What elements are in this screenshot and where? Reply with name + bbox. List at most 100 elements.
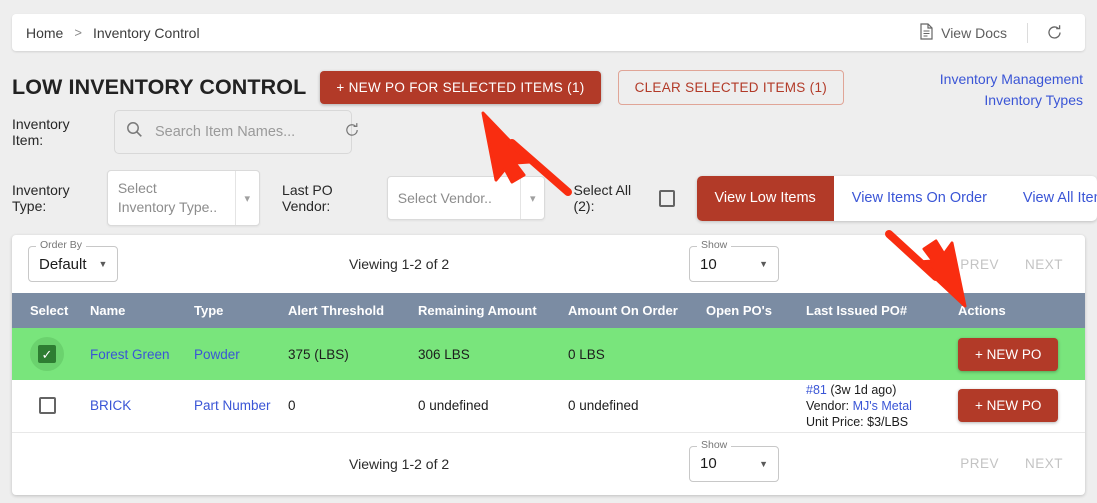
page-title: LOW INVENTORY CONTROL (12, 75, 307, 99)
chevron-down-icon[interactable]: ▾ (234, 171, 260, 225)
table-row[interactable]: BRICK Part Number 0 0 undefined 0 undefi… (12, 380, 1085, 432)
vendor-line: Vendor: MJ's Metal (806, 398, 958, 414)
cell-name[interactable]: Forest Green (90, 328, 194, 380)
show-per-page-select-bottom[interactable]: Show 10 ▼ (689, 438, 779, 482)
last-po-age: (3w 1d ago) (830, 382, 897, 397)
show-legend: Show (697, 239, 732, 251)
cell-open-pos (706, 328, 806, 380)
inventory-type-label: Inventory Type: (12, 182, 70, 214)
select-all-checkbox[interactable] (658, 189, 675, 207)
column-name: Name (90, 293, 194, 328)
viewing-count-bottom: Viewing 1-2 of 2 (349, 455, 450, 472)
next-button-bottom[interactable]: NEXT (1025, 456, 1063, 471)
row-checkbox-unchecked[interactable] (30, 389, 64, 423)
chevron-down-icon[interactable]: ▼ (759, 259, 768, 269)
table-header-row: Select Name Type Alert Threshold Remaini… (12, 293, 1085, 328)
cell-actions[interactable]: + NEW PO (958, 380, 1085, 432)
search-refresh-icon[interactable] (344, 122, 360, 143)
cell-select[interactable]: ✓ (12, 328, 90, 380)
cell-type[interactable]: Part Number (194, 380, 288, 432)
show-value: 10 (700, 455, 717, 472)
view-docs-button[interactable]: View Docs (909, 19, 1017, 47)
order-by-legend: Order By (36, 239, 87, 251)
refresh-button[interactable] (1038, 20, 1071, 45)
unit-price-line: Unit Price: $3/LBS (806, 414, 909, 429)
last-po-line: #81 (3w 1d ago) (806, 382, 958, 398)
cell-actions[interactable]: + NEW PO (958, 328, 1085, 380)
prev-button-bottom[interactable]: PREV (960, 456, 999, 471)
table-head: Select Name Type Alert Threshold Remaini… (12, 293, 1085, 328)
new-po-button[interactable]: + NEW PO (958, 337, 1059, 371)
table-row[interactable]: ✓ Forest Green Powder 375 (LBS) 306 LBS … (12, 328, 1085, 380)
header-links: Inventory Management Inventory Types (940, 69, 1083, 111)
cell-alert-threshold: 0 (288, 398, 296, 414)
search-input[interactable] (153, 123, 344, 141)
viewing-count-top: Viewing 1-2 of 2 (349, 256, 450, 272)
tab-view-low-items[interactable]: View Low Items (696, 175, 834, 221)
filters-section: Inventory Item: Inventory Type: Select I… (0, 110, 1097, 226)
cell-last-issued-po: #81 (3w 1d ago) Vendor: MJ's Metal Unit … (806, 380, 958, 432)
order-by-select[interactable]: Order By Default ▼ (28, 239, 119, 282)
cell-alert-threshold: 375 (LBS) (288, 346, 349, 362)
last-po-vendor-select[interactable]: Select Vendor.. ▾ (386, 176, 546, 220)
cell-remaining-amount: 306 LBS (418, 346, 470, 362)
row-checkbox-checked[interactable]: ✓ (30, 337, 64, 371)
cell-type[interactable]: Powder (194, 328, 288, 380)
breadcrumb-bar: Home > Inventory Control View Docs (12, 14, 1085, 51)
refresh-icon (1048, 25, 1061, 39)
pagination-top: PREV NEXT (960, 257, 1069, 272)
search-box[interactable] (114, 110, 358, 154)
breadcrumb-separator-icon: > (74, 25, 82, 40)
cell-last-issued-po (806, 328, 958, 380)
select-all-label: Select All (2): (573, 182, 632, 214)
vendor-link[interactable]: MJ's Metal (853, 399, 912, 413)
show-legend: Show (697, 438, 732, 451)
tab-view-items-on-order[interactable]: View Items On Order (834, 176, 1005, 221)
last-po-vendor-label: Last PO Vendor: (282, 182, 333, 214)
view-tabs: View Low Items View Items On Order View … (696, 175, 1097, 221)
clear-selected-items-button[interactable]: CLEAR SELECTED ITEMS (1) (617, 70, 845, 105)
toolbar-divider (1027, 22, 1028, 43)
chevron-down-icon[interactable]: ▼ (759, 459, 768, 469)
column-type: Type (194, 293, 288, 328)
cell-remaining-amount: 0 undefined (418, 398, 489, 414)
table-body: ✓ Forest Green Powder 375 (LBS) 306 LBS … (12, 328, 1085, 432)
vendor-label: Vendor: (806, 398, 850, 413)
filter-row-type: Inventory Type: Select Inventory Type.. … (0, 170, 1097, 226)
cell-select[interactable] (12, 380, 90, 432)
order-by-value: Default (39, 255, 87, 273)
new-po-for-selected-items-button[interactable]: + NEW PO FOR SELECTED ITEMS (1) (320, 71, 601, 104)
column-select: Select (12, 293, 90, 328)
cell-open-pos (706, 380, 806, 432)
tab-view-all-items[interactable]: View All Items (1005, 176, 1097, 221)
inventory-control-page: Home > Inventory Control View Docs LOW I… (0, 0, 1097, 503)
cell-amount-on-order: 0 undefined (568, 398, 639, 414)
chevron-down-icon[interactable]: ▼ (99, 259, 108, 269)
breadcrumb-current[interactable]: Inventory Control (93, 25, 200, 41)
breadcrumb-actions: View Docs (909, 19, 1071, 47)
show-per-page-select-top[interactable]: Show 10 ▼ (689, 239, 779, 282)
table-toolbar-top: Order By Default ▼ Viewing 1-2 of 2 Show… (12, 235, 1085, 293)
document-icon (919, 22, 934, 43)
filter-row-item: Inventory Item: (0, 110, 1097, 154)
breadcrumb-home[interactable]: Home (26, 25, 63, 41)
next-button-top[interactable]: NEXT (1025, 257, 1063, 272)
inventory-type-value: Select Inventory Type.. (117, 180, 218, 215)
column-last-issued-po: Last Issued PO# (806, 293, 958, 328)
new-po-button[interactable]: + NEW PO (958, 389, 1059, 423)
inventory-type-select[interactable]: Select Inventory Type.. ▾ (106, 170, 261, 226)
cell-name[interactable]: BRICK (90, 380, 194, 432)
table-toolbar-bottom: Viewing 1-2 of 2 Show 10 ▼ PREV NEXT (12, 433, 1085, 495)
chevron-down-icon[interactable]: ▾ (519, 177, 545, 219)
prev-button-top[interactable]: PREV (960, 257, 999, 272)
column-amount-on-order: Amount On Order (568, 293, 706, 328)
checkbox-icon[interactable] (38, 397, 56, 415)
view-docs-label: View Docs (941, 24, 1007, 41)
link-inventory-management[interactable]: Inventory Management (940, 69, 1083, 90)
last-po-number-link[interactable]: #81 (806, 383, 827, 397)
pagination-bottom: PREV NEXT (960, 456, 1069, 471)
link-inventory-types[interactable]: Inventory Types (940, 90, 1083, 111)
inventory-table: Select Name Type Alert Threshold Remaini… (12, 293, 1085, 433)
inventory-item-label: Inventory Item: (12, 116, 70, 148)
show-value: 10 (700, 255, 717, 273)
